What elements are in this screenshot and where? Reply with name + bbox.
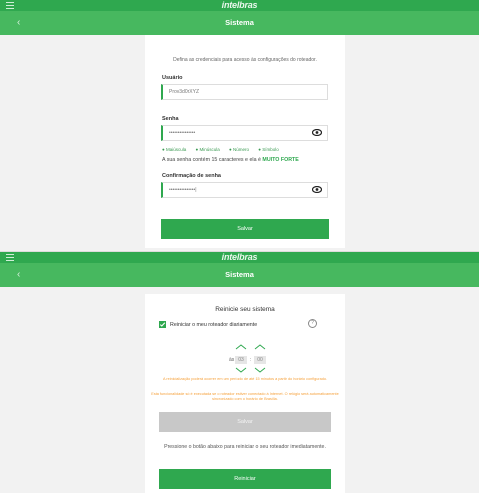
restart-heading: Reinicie seu sistema	[215, 306, 275, 313]
rule-number: ● Número	[229, 147, 249, 152]
confirm-password-label: Confirmação de senha	[162, 173, 221, 179]
intro-text: Defina as credenciais para acesso às con…	[173, 57, 317, 63]
page-header: ‹ Sistema	[0, 11, 479, 35]
password-rules: ● Maiúscula ● Minúscula ● Número ● Símbo…	[162, 147, 287, 152]
system-restart-screen: intelbras ‹ Sistema Reinicie seu sistema…	[0, 251, 479, 493]
time-prefix: às	[229, 357, 235, 363]
rule-uppercase: ● Maiúscula	[162, 147, 187, 152]
page-title: Sistema	[225, 270, 254, 279]
brand-logo: intelbras	[221, 0, 258, 10]
hour-value[interactable]: 03	[235, 356, 247, 364]
username-value: Prov3d0rXYZ	[169, 89, 200, 95]
rule-symbol: ● Símbolo	[258, 147, 279, 152]
top-bar: intelbras	[0, 0, 479, 11]
username-label: Usuário	[162, 75, 183, 81]
save-button[interactable]: Salvar	[159, 412, 331, 432]
confirm-password-input[interactable]: •••••••••••••••|	[161, 182, 328, 198]
page-title: Sistema	[225, 18, 254, 27]
page-header: ‹ Sistema	[0, 263, 479, 287]
restart-card: Reinicie seu sistema Reiniciar o meu rot…	[145, 294, 345, 493]
password-label: Senha	[162, 116, 179, 122]
check-icon	[159, 322, 166, 327]
restart-info-text: Pressione o botão abaixo para reiniciar …	[164, 444, 326, 450]
minute-value[interactable]: 00	[254, 356, 266, 364]
minute-up-icon[interactable]	[254, 344, 266, 350]
brand-logo: intelbras	[221, 252, 258, 262]
save-button[interactable]: Salvar	[161, 219, 329, 239]
hour-up-icon[interactable]	[235, 344, 247, 350]
system-credentials-screen: intelbras ‹ Sistema Defina as credenciai…	[0, 0, 479, 248]
username-input[interactable]: Prov3d0rXYZ	[161, 84, 328, 100]
rule-lowercase: ● Minúscula	[195, 147, 220, 152]
hour-down-icon[interactable]	[235, 367, 247, 373]
top-bar: intelbras	[0, 252, 479, 263]
eye-icon[interactable]	[312, 129, 322, 136]
eye-icon[interactable]	[312, 186, 322, 193]
password-value: •••••••••••••••	[169, 130, 196, 136]
restart-window-warning: A reinicialização poderá ocorrer em um p…	[163, 377, 327, 381]
restart-button[interactable]: Reiniciar	[159, 469, 331, 489]
confirm-password-value: •••••••••••••••|	[169, 187, 197, 193]
time-separator: :	[250, 357, 252, 363]
password-input[interactable]: •••••••••••••••	[161, 125, 328, 141]
internet-required-warning: Esta funcionalidade só é executada se o …	[151, 392, 339, 401]
daily-restart-label: Reiniciar o meu roteador diariamente	[170, 322, 258, 328]
credentials-card: Defina as credenciais para acesso às con…	[145, 35, 345, 248]
daily-restart-checkbox[interactable]	[159, 321, 166, 328]
strength-text: A sua senha contém 15 caracteres e ela é…	[162, 157, 299, 163]
strength-value: MUITO FORTE	[262, 157, 299, 163]
help-icon[interactable]: ?	[308, 319, 317, 328]
time-picker: às 03 : 00	[145, 344, 345, 374]
minute-down-icon[interactable]	[254, 367, 266, 373]
